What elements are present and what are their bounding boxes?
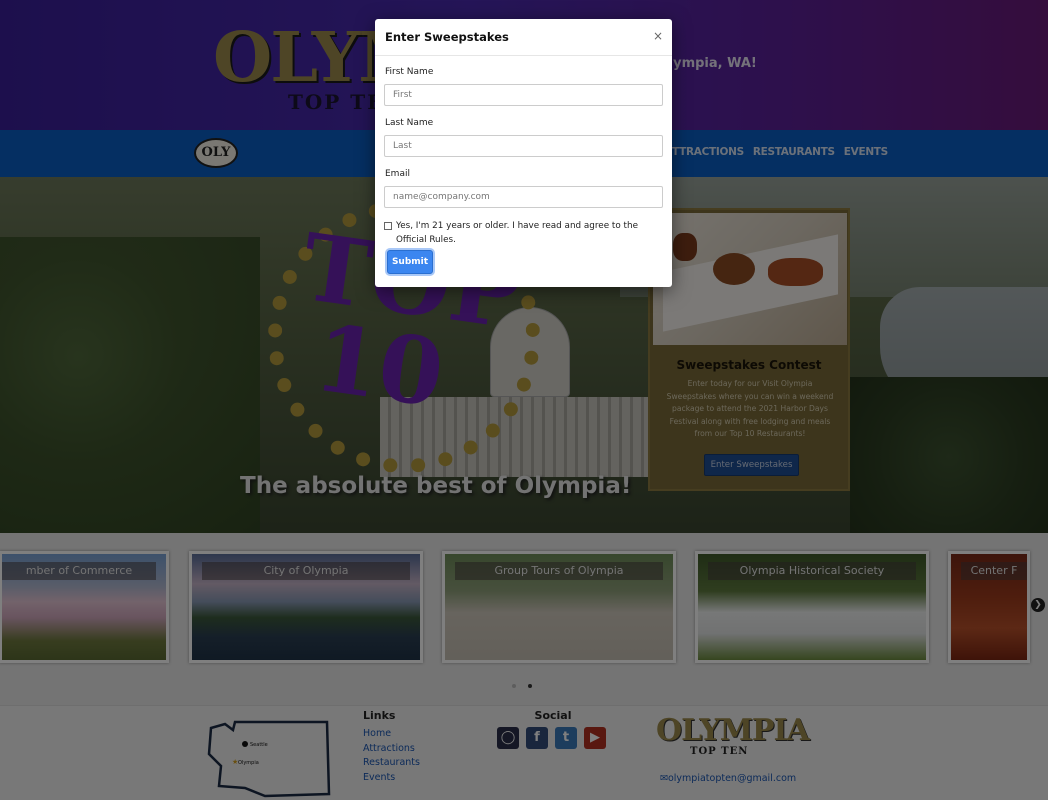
sweepstakes-modal: Enter Sweepstakes × First Name Last Name…: [375, 19, 672, 287]
last-name-field[interactable]: [384, 135, 663, 157]
consent-text: Yes, I'm 21 years or older. I have read …: [396, 221, 638, 245]
submit-button[interactable]: Submit: [387, 250, 433, 274]
modal-title: Enter Sweepstakes: [385, 30, 509, 44]
first-name-field[interactable]: [384, 84, 663, 106]
last-name-label: Last Name: [385, 118, 434, 128]
close-icon[interactable]: ×: [653, 29, 663, 43]
consent-checkbox[interactable]: [384, 222, 392, 230]
email-label: Email: [385, 169, 410, 179]
first-name-label: First Name: [385, 67, 434, 77]
modal-header: Enter Sweepstakes ×: [375, 19, 672, 56]
email-field[interactable]: [384, 186, 663, 208]
